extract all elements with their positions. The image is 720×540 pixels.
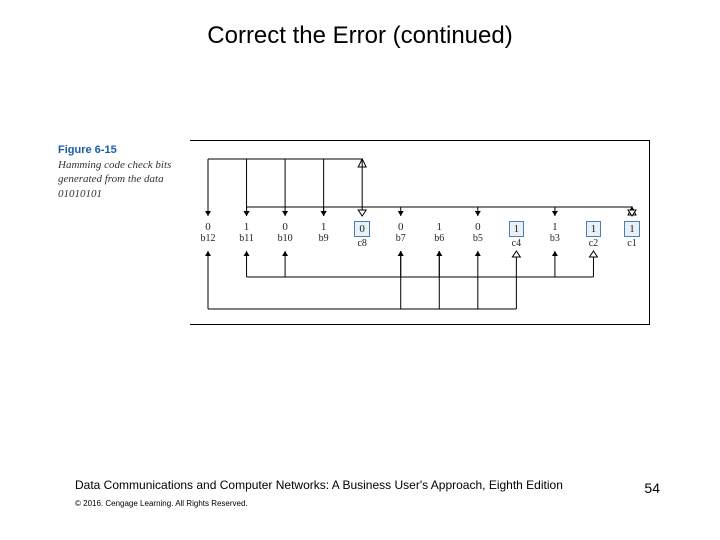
bit-c2: 1c2 xyxy=(578,221,608,249)
bit-b11: 1b11 xyxy=(232,221,262,244)
footer-copyright: © 2016. Cengage Learning. All Rights Res… xyxy=(75,499,248,508)
bit-label: b6 xyxy=(424,233,454,244)
bit-b10: 0b10 xyxy=(270,221,300,244)
slide-title: Correct the Error (continued) xyxy=(0,22,720,50)
page-number: 54 xyxy=(644,480,660,496)
bit-b3: 1b3 xyxy=(540,221,570,244)
figure-number: Figure 6-15 xyxy=(58,144,198,156)
bit-value: 0 xyxy=(354,221,370,237)
bit-b6: 1b6 xyxy=(424,221,454,244)
bit-value: 1 xyxy=(624,221,640,237)
bit-label: c1 xyxy=(617,238,647,249)
bit-label: b11 xyxy=(232,233,262,244)
bit-value: 0 xyxy=(463,221,493,233)
bit-value: 0 xyxy=(270,221,300,233)
bit-c4: 1c4 xyxy=(501,221,531,249)
bit-label: b10 xyxy=(270,233,300,244)
bit-label: c2 xyxy=(578,238,608,249)
bit-value: 0 xyxy=(386,221,416,233)
bit-label: b5 xyxy=(463,233,493,244)
bit-value: 1 xyxy=(586,221,602,237)
bit-c1: 1c1 xyxy=(617,221,647,249)
bit-label: c8 xyxy=(347,238,377,249)
bit-label: b3 xyxy=(540,233,570,244)
footer-book-title: Data Communications and Computer Network… xyxy=(75,478,563,492)
bit-label: b9 xyxy=(309,233,339,244)
bit-label: b12 xyxy=(193,233,223,244)
bit-value: 1 xyxy=(540,221,570,233)
bit-label: b7 xyxy=(386,233,416,244)
figure-caption: Figure 6-15 Hamming code check bits gene… xyxy=(58,144,198,201)
bit-value: 1 xyxy=(309,221,339,233)
bit-b9: 1b9 xyxy=(309,221,339,244)
hamming-diagram: 0b121b110b101b90c80b71b60b51c41b31c21c1 xyxy=(190,140,650,325)
bit-value: 1 xyxy=(424,221,454,233)
bit-label: c4 xyxy=(501,238,531,249)
bit-value: 1 xyxy=(232,221,262,233)
bit-c8: 0c8 xyxy=(347,221,377,249)
figure-description: Hamming code check bits generated from t… xyxy=(58,158,198,201)
bit-value: 1 xyxy=(509,221,525,237)
bit-b5: 0b5 xyxy=(463,221,493,244)
bit-b12: 0b12 xyxy=(193,221,223,244)
bit-b7: 0b7 xyxy=(386,221,416,244)
bit-value: 0 xyxy=(193,221,223,233)
